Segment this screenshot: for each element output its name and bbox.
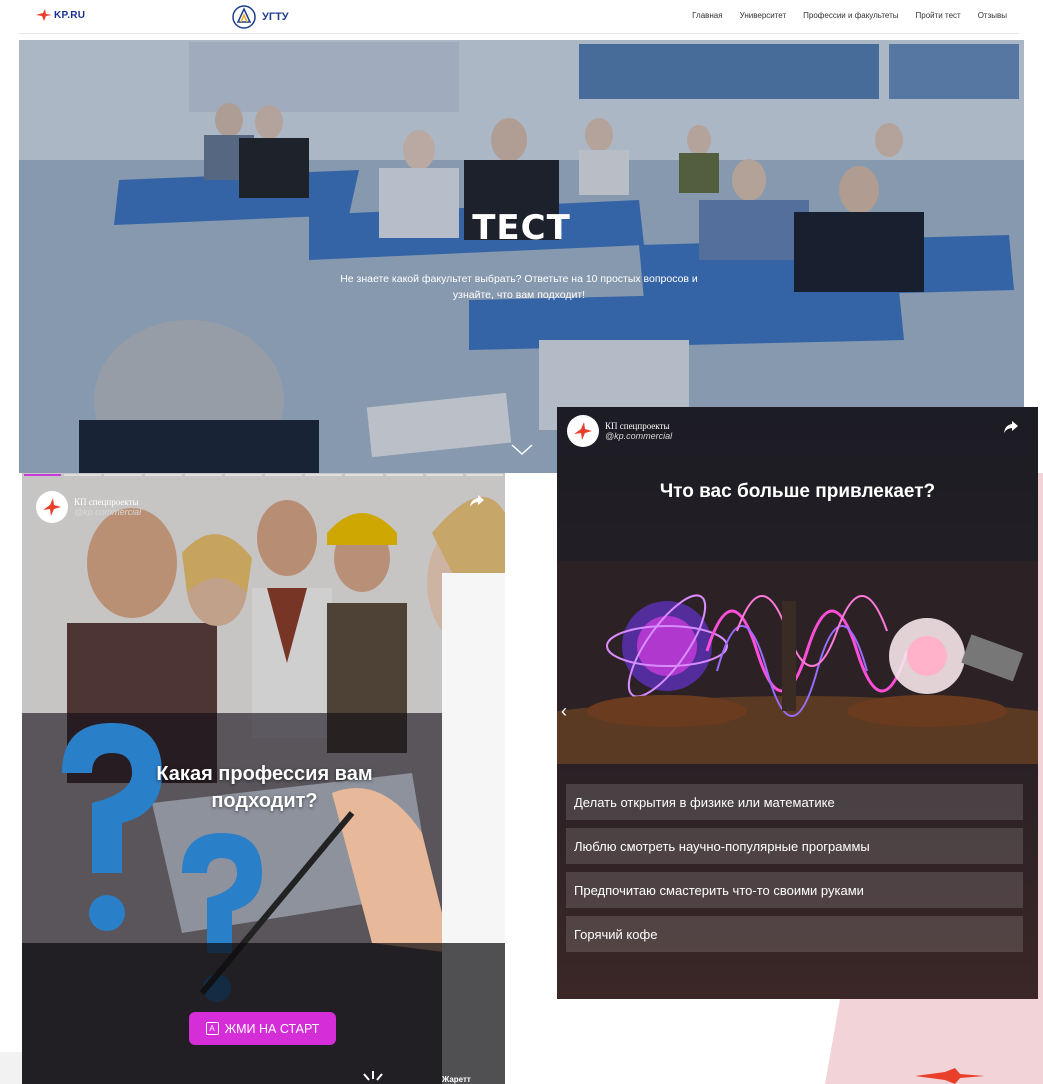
hero-title: ТЕСТ — [472, 208, 571, 248]
answer-option-science-shows[interactable]: Люблю смотреть научно-популярные програм… — [566, 828, 1023, 864]
kp-logo-text: KP.RU — [54, 9, 86, 21]
top-navbar: KP.RU УГТУ Главная Университет Профессии… — [19, 0, 1019, 34]
answer-list: Делать открытия в физике или математике … — [566, 784, 1023, 952]
story-card-question: КП спецпроекты @kp.commercial Что вас бо… — [557, 407, 1038, 999]
share-icon[interactable] — [470, 495, 484, 507]
progress-segment — [24, 474, 62, 476]
kp-logo[interactable]: KP.RU — [36, 9, 85, 21]
progress-segment — [465, 474, 504, 476]
progress-segment — [144, 474, 182, 476]
nav-item-university[interactable]: Университет — [740, 11, 787, 20]
progress-segment — [425, 474, 463, 476]
story-card-start: КП спецпроекты @kp.commercial Какая проф… — [22, 473, 505, 1084]
progress-segment — [64, 474, 102, 476]
start-button[interactable]: A ЖМИ НА СТАРТ — [189, 1012, 336, 1045]
story-author[interactable]: КП спецпроекты @kp.commercial — [36, 491, 141, 523]
nav-item-professions[interactable]: Профессии и факультеты — [803, 11, 898, 20]
author-handle: @kp.commercial — [605, 430, 673, 441]
progress-segment — [224, 474, 263, 476]
answer-option-physics[interactable]: Делать открытия в физике или математике — [566, 784, 1023, 820]
share-icon[interactable] — [1004, 421, 1018, 433]
quiz-author[interactable]: КП спецпроекты @kp.commercial — [567, 415, 672, 447]
ugtu-logo[interactable]: УГТУ — [232, 5, 289, 29]
progress-segment — [385, 474, 423, 476]
progress-segment — [104, 474, 142, 476]
quiz-question: Что вас больше привлекает? — [659, 481, 936, 502]
author-name: КП спецпроекты — [74, 496, 139, 507]
keyboard-key-icon: A — [205, 1022, 219, 1035]
nav-menu: Главная Университет Профессии и факульте… — [692, 11, 1007, 20]
progress-segment — [345, 474, 383, 476]
story-progress — [24, 474, 504, 477]
start-button-label: ЖМИ НА СТАРТ — [224, 1021, 320, 1036]
author-name: КП спецпроекты — [605, 420, 670, 431]
kp-avatar-icon — [574, 422, 592, 440]
ugtu-emblem-icon — [232, 5, 256, 29]
ugtu-logo-text: УГТУ — [262, 11, 289, 23]
chevron-down-icon[interactable] — [511, 444, 533, 456]
sparkle-icon — [363, 1071, 383, 1081]
chevron-left-icon[interactable]: ‹ — [561, 701, 567, 722]
progress-segment — [184, 474, 222, 476]
nav-item-reviews[interactable]: Отзывы — [978, 11, 1007, 20]
avatar — [36, 491, 68, 523]
answer-option-handmade[interactable]: Предпочитаю смастерить что-то своими рук… — [566, 872, 1023, 908]
kp-avatar-icon — [43, 498, 61, 516]
hero-subtitle: Не знаете какой факультет выбрать? Ответ… — [340, 273, 698, 301]
answer-option-coffee[interactable]: Горячий кофе — [566, 916, 1023, 952]
avatar — [567, 415, 599, 447]
kp-star-icon — [36, 9, 52, 21]
progress-segment — [305, 474, 343, 476]
author-handle: @kp.commercial — [74, 506, 142, 517]
bottom-caption: Жаретт — [442, 1075, 471, 1084]
kp-corner-logo — [915, 1068, 985, 1084]
physics-image — [557, 561, 1038, 764]
physics-illustration — [557, 561, 1038, 764]
nav-item-take-test[interactable]: Пройти тест — [916, 11, 961, 20]
progress-segment — [265, 474, 303, 476]
story-question: Какая профессия вам подходит? — [156, 763, 373, 812]
nav-item-home[interactable]: Главная — [692, 11, 722, 20]
